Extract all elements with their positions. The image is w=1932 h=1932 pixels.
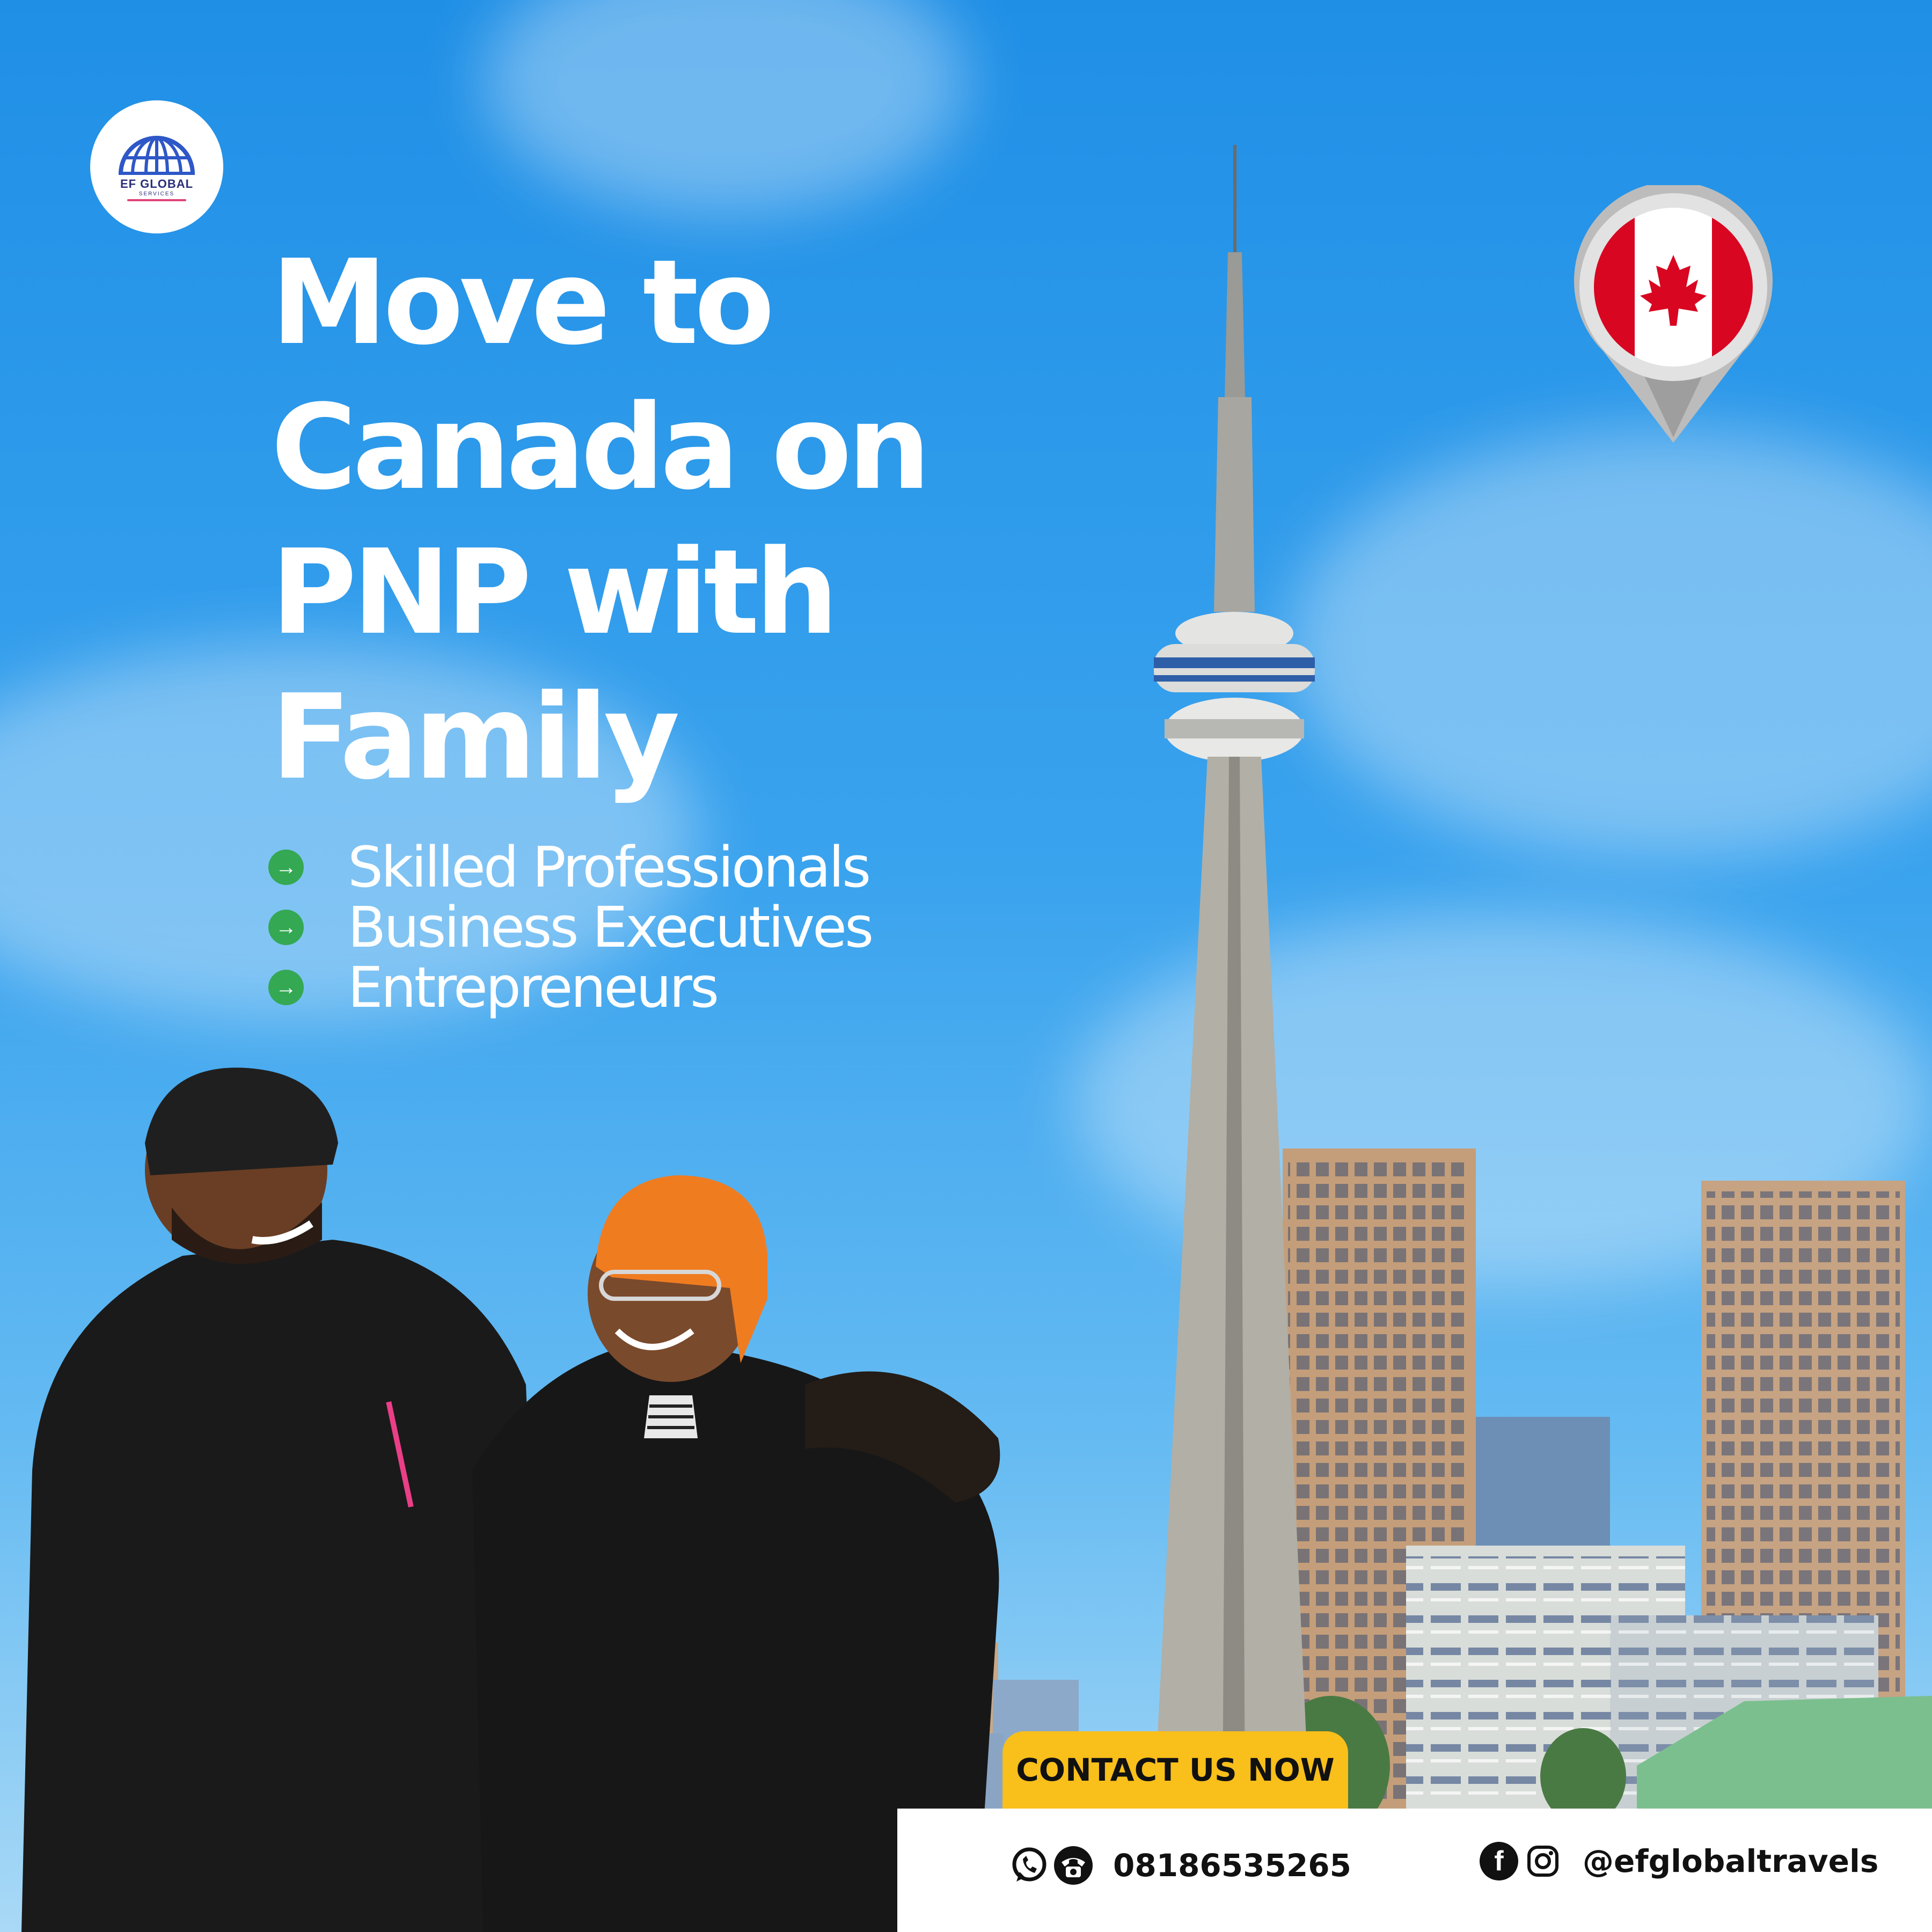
bullet-item: → Entrepreneurs [268,955,872,1020]
brand-underline [127,199,186,201]
bullet-item: → Skilled Professionals [268,835,872,900]
brand-name: EF GLOBAL [120,177,194,191]
canada-flag-pin [1574,185,1773,443]
headline: Move to Canada on PNP with Family [271,231,1183,810]
phone-number: 08186535265 [1113,1847,1351,1884]
headline-line: PNP with [271,525,838,661]
arrow-right-icon: → [268,850,304,885]
phone-contact[interactable]: 08186535265 [1010,1846,1351,1885]
instagram-icon [1524,1842,1562,1880]
contact-us-button[interactable]: CONTACT US NOW [1002,1731,1348,1809]
headline-line: Move to [271,235,775,371]
bullet-label: Skilled Professionals [348,835,871,900]
brand-sub: SERVICES [138,191,175,197]
bullet-label: Business Executives [348,895,874,960]
poster: EF GLOBAL SERVICES Move to Canada on PNP… [0,0,1932,1932]
telephone-icon [1054,1846,1093,1885]
whatsapp-icon [1010,1846,1049,1885]
bullet-label: Entrepreneurs [348,955,719,1020]
social-contact[interactable]: f @efglobaltravels [1480,1842,1878,1880]
bullet-item: → Business Executives [268,895,874,960]
facebook-icon: f [1480,1842,1518,1880]
arrow-right-icon: → [268,910,304,945]
arrow-right-icon: → [268,970,304,1005]
couple-photo [21,1067,1000,1932]
headline-line: Family [271,670,680,806]
social-handle: @efglobaltravels [1583,1843,1879,1879]
brand-logo[interactable]: EF GLOBAL SERVICES [90,100,223,233]
contact-bar: 08186535265 f @efglobaltravels [897,1809,1932,1932]
bullet-list: → Skilled Professionals → Business Execu… [268,835,874,1020]
headline-line: Canada on [271,380,931,516]
globe-icon [119,135,195,175]
